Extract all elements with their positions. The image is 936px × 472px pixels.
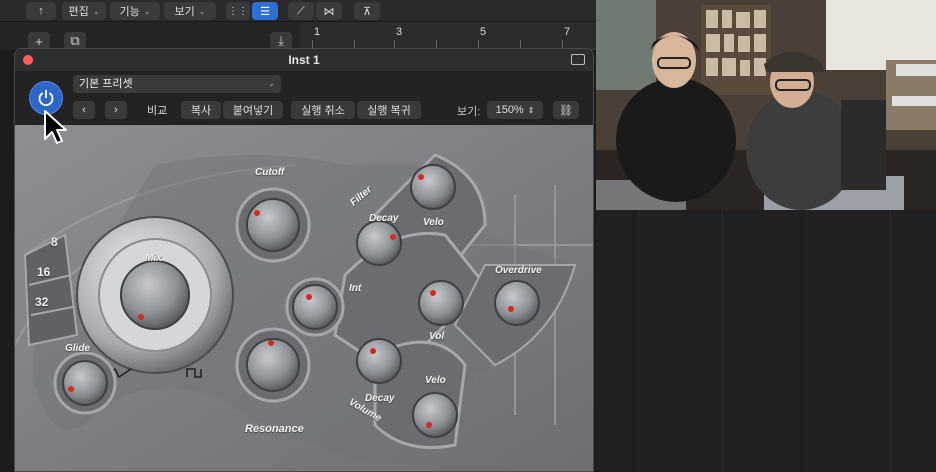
link-button[interactable]: ⛓ [553, 101, 579, 119]
edit-menu-button[interactable]: 편집 ⌄ [62, 2, 106, 20]
cutoff-knob[interactable] [247, 199, 299, 251]
volume-velo-knob[interactable] [413, 393, 457, 437]
int-knob[interactable] [293, 285, 337, 329]
view-menu-button[interactable]: 보기 ⌄ [164, 2, 216, 20]
stepper-icon: ⇕ [527, 105, 535, 115]
resonance-knob[interactable] [247, 339, 299, 391]
grid-icon: ⋮⋮ [228, 5, 248, 17]
filter-velo-knob[interactable] [411, 165, 455, 209]
automation-curve-icon: ⟋ [297, 4, 305, 17]
chevron-right-icon: › [114, 104, 118, 116]
up-arrow-button[interactable]: ↑ [26, 2, 56, 20]
download-icon: ⤓ [278, 33, 284, 48]
view-menu-label: 보기 [174, 6, 195, 18]
preset-dropdown[interactable]: 기본 프리셋 ⌄ [73, 75, 281, 93]
compare-label: 비교 [147, 105, 168, 117]
synth-panel: Cutoff Filter Decay Velo Mix Int Overdri… [15, 125, 593, 471]
ruler-bar-label: 3 [396, 26, 403, 38]
functions-menu-label: 기능 [119, 6, 140, 18]
vol-label: Vol [429, 331, 445, 342]
preset-label: 기본 프리셋 [79, 78, 133, 90]
mix-knob[interactable] [118, 259, 192, 333]
vol-knob[interactable] [419, 281, 463, 325]
redo-label: 실행 복귀 [367, 105, 411, 117]
mouse-pointer-icon [44, 110, 67, 144]
cutoff-label: Cutoff [255, 167, 285, 178]
automation-button[interactable]: ⟋ [288, 2, 314, 20]
plugin-titlebar[interactable]: Inst 1 [15, 49, 593, 71]
flex-icon: ⋈ [323, 5, 335, 18]
undo-button[interactable]: 실행 취소 [291, 101, 355, 119]
main-toolbar: ↑ 편집 ⌄ 기능 ⌄ 보기 ⌄ ⋮⋮ ☰ ⟋ ⋈ ⊼ [0, 0, 596, 22]
plus-icon: + [35, 33, 43, 49]
volume-velo-label: Velo [425, 375, 446, 386]
snap-button[interactable]: ⊼ [354, 2, 380, 20]
expand-window-icon[interactable] [571, 54, 585, 65]
undo-label: 실행 취소 [301, 105, 345, 117]
webcam-scene [596, 0, 936, 210]
copy-button[interactable]: 복사 [181, 101, 221, 119]
zoom-value: 150% [495, 104, 524, 116]
timeline-ruler[interactable]: 1 3 5 7 [300, 22, 596, 50]
plugin-window: Inst 1 기본 프리셋 ⌄ ‹ › 비교 복사 붙여넣기 실행 취소 실행 … [14, 48, 594, 472]
flex-button[interactable]: ⋈ [316, 2, 342, 20]
list-view-button[interactable]: ☰ [252, 2, 278, 20]
filter-velo-label: Velo [423, 217, 444, 228]
octave-32-button[interactable]: 32 [35, 295, 48, 309]
list-icon: ☰ [260, 5, 270, 18]
up-arrow-icon: ↑ [38, 5, 44, 17]
functions-menu-button[interactable]: 기능 ⌄ [110, 2, 160, 20]
ruler-bar-label: 5 [480, 26, 487, 38]
zoom-dropdown[interactable]: 150% ⇕ [487, 101, 543, 119]
int-label: Int [349, 283, 362, 294]
ruler-bar-label: 1 [314, 26, 321, 38]
ruler-bar-label: 7 [564, 26, 571, 38]
octave-16-button[interactable]: 16 [37, 265, 50, 279]
previous-preset-button[interactable]: ‹ [73, 101, 95, 119]
glide-knob[interactable] [63, 361, 107, 405]
duplicate-icon: ⧉ [70, 33, 80, 48]
volume-decay-knob[interactable] [357, 339, 401, 383]
arrange-area[interactable] [596, 210, 936, 472]
overdrive-knob[interactable] [495, 281, 539, 325]
filter-decay-knob[interactable] [357, 221, 401, 265]
next-preset-button[interactable]: › [105, 101, 127, 119]
plugin-title: Inst 1 [288, 53, 320, 67]
webcam-video [596, 0, 936, 210]
power-icon [38, 89, 54, 107]
snap-icon: ⊼ [362, 5, 372, 18]
volume-decay-label: Decay [365, 393, 395, 404]
paste-label: 붙여넣기 [232, 105, 274, 117]
chevron-left-icon: ‹ [82, 104, 86, 116]
chevron-down-icon: ⌄ [143, 6, 151, 16]
chevron-down-icon: ⌄ [268, 79, 275, 88]
glide-label: Glide [65, 343, 91, 354]
plugin-header: 기본 프리셋 ⌄ ‹ › 비교 복사 붙여넣기 실행 취소 실행 복귀 보기: … [15, 71, 593, 125]
compare-button[interactable]: 비교 [141, 101, 173, 119]
close-window-button[interactable] [23, 55, 33, 65]
resonance-label: Resonance [245, 423, 304, 435]
edit-menu-label: 편집 [68, 6, 89, 18]
octave-8-button[interactable]: 8 [51, 235, 58, 249]
overdrive-label: Overdrive [495, 265, 542, 276]
link-icon: ⛓ [559, 104, 573, 117]
grid-view-button[interactable]: ⋮⋮ [226, 2, 250, 20]
chevron-down-icon: ⌄ [92, 6, 100, 16]
chevron-down-icon: ⌄ [198, 6, 206, 16]
copy-label: 복사 [190, 105, 212, 117]
paste-button[interactable]: 붙여넣기 [223, 101, 283, 119]
redo-button[interactable]: 실행 복귀 [357, 101, 421, 119]
view-size-label: 보기: [457, 106, 481, 118]
